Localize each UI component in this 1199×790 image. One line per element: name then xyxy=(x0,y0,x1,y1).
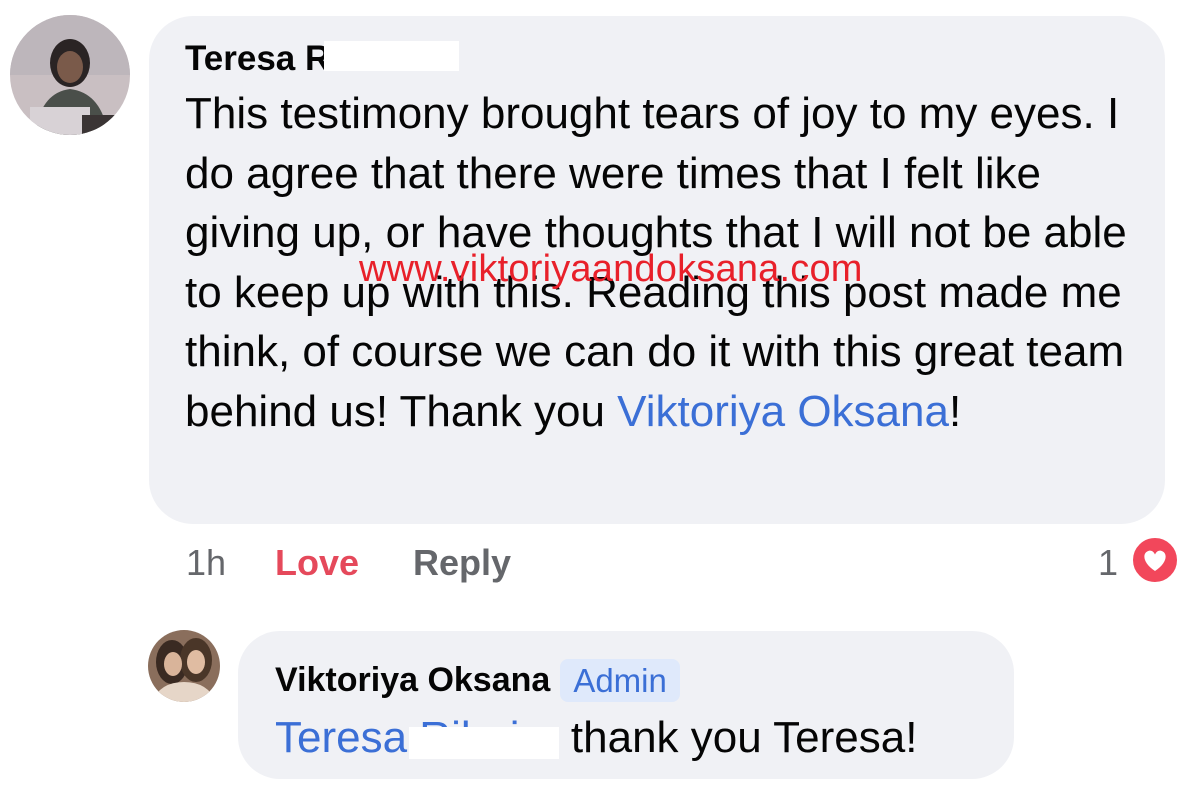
comment-thread: Teresa R This testimony brought tears of… xyxy=(0,0,1199,790)
redaction-block xyxy=(324,41,460,71)
reply-bubble: Viktoriya Oksana Admin Teresa Ribeiro th… xyxy=(238,631,1014,779)
comment-timestamp[interactable]: 1h xyxy=(186,540,226,586)
mention-link[interactable]: Viktoriya Oksana xyxy=(617,387,949,436)
watermark-text: www.viktoriyaandoksana.com xyxy=(359,248,863,290)
admin-badge: Admin xyxy=(560,658,680,702)
reaction-count[interactable]: 1 xyxy=(1098,540,1118,586)
commenter-avatar[interactable] xyxy=(10,15,130,135)
comment-author[interactable]: Teresa R xyxy=(185,39,1135,83)
reply-button[interactable]: Reply xyxy=(413,540,511,586)
reply-author[interactable]: Viktoriya Oksana xyxy=(275,661,550,700)
admin-avatar[interactable] xyxy=(148,630,220,702)
redaction-block xyxy=(408,727,559,759)
love-reaction-button[interactable]: Love xyxy=(275,540,359,586)
heart-icon[interactable] xyxy=(1131,536,1179,584)
reply-text: Teresa Ribeiro thank you Teresa! xyxy=(275,713,918,762)
